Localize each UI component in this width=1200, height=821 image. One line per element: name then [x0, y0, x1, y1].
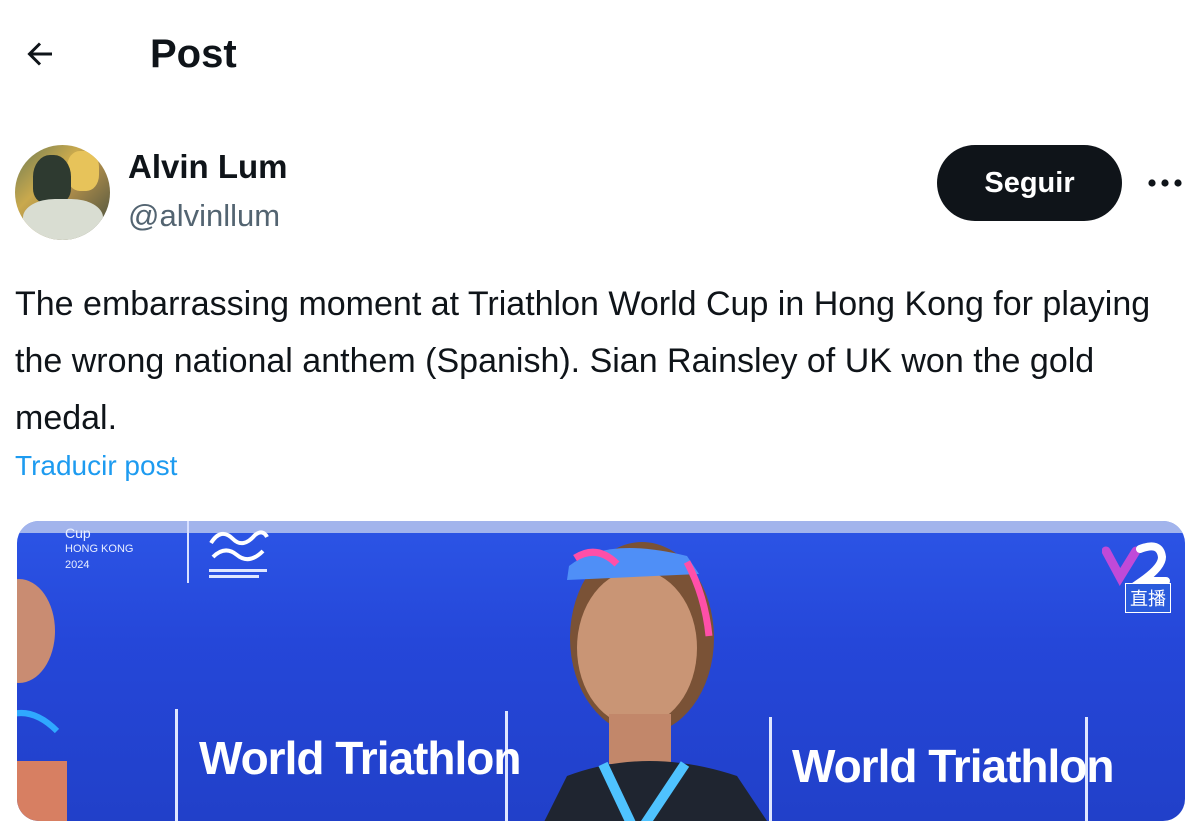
athlete-figure [544, 542, 767, 821]
event-line-1: Cup [65, 525, 91, 541]
author-handle[interactable]: @alvinllum [128, 198, 280, 234]
logo-separator [187, 521, 189, 583]
tv-live-label: 直播 [1125, 583, 1171, 613]
arrow-left-icon [27, 42, 52, 66]
media-top-band [17, 521, 1185, 533]
post-text: The embarrassing moment at Triathlon Wor… [15, 285, 1151, 437]
author-display-name[interactable]: Alvin Lum [128, 148, 288, 186]
event-logo-text: Cup HONG KONG 2024 [65, 525, 133, 573]
left-person-figure [17, 579, 67, 821]
event-line-3: 2024 [65, 559, 90, 571]
post-media-image[interactable]: Cup HONG KONG 2024 直播 World Triathlon Wo… [17, 521, 1185, 821]
banner-divider [175, 709, 178, 821]
more-horizontal-icon [1148, 179, 1182, 187]
banner-text-left: World Triathlon [199, 732, 521, 784]
event-line-2: HONG KONG [65, 543, 134, 555]
banner-text-right: World Triathlon [792, 740, 1114, 792]
avatar[interactable] [15, 145, 110, 240]
post-header: Post [0, 0, 1200, 110]
hong-kong-logo-icon [209, 530, 269, 578]
page-title: Post [150, 32, 237, 76]
translate-post-link[interactable]: Traducir post [15, 450, 177, 482]
follow-button[interactable]: Seguir [937, 145, 1122, 221]
back-button[interactable] [14, 28, 66, 80]
more-options-button[interactable] [1140, 160, 1190, 206]
